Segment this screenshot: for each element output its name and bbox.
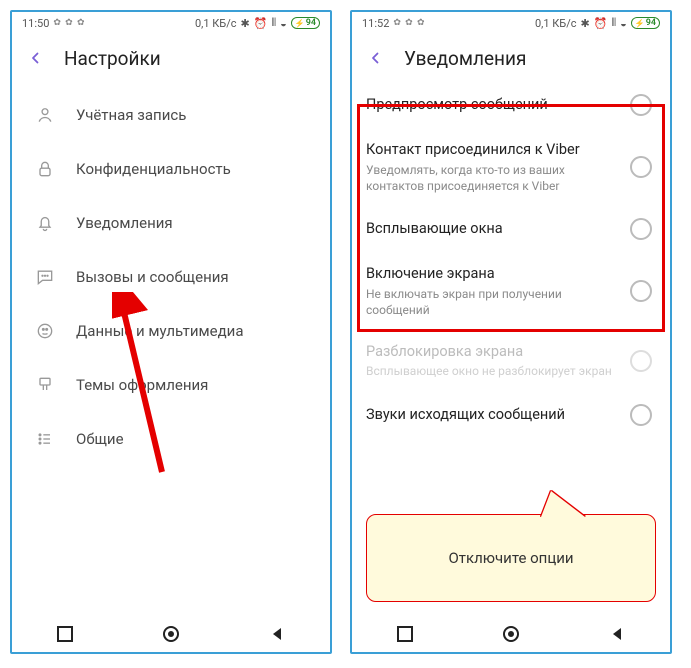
settings-item-themes[interactable]: Темы оформления	[12, 358, 330, 412]
media-icon	[34, 320, 56, 342]
settings-item-label: Данные и мультимедиа	[76, 322, 243, 340]
settings-list: Учётная запись Конфиденциальность Уведом…	[12, 82, 330, 616]
status-gears-icon: ✿ ✿ ✿	[393, 18, 425, 28]
status-bar: 11:50 ✿ ✿ ✿ 0,1 КБ/с ✱ ⏰ ⫴ ◒ 94	[12, 12, 330, 34]
bell-icon	[34, 212, 56, 234]
notif-title: Звуки исходящих сообщений	[366, 405, 620, 425]
settings-item-calls[interactable]: Вызовы и сообщения	[12, 250, 330, 304]
settings-item-label: Общие	[76, 430, 124, 448]
chat-icon	[34, 266, 56, 288]
battery-icon: 94	[291, 17, 320, 29]
brush-icon	[34, 374, 56, 396]
settings-item-account[interactable]: Учётная запись	[12, 88, 330, 142]
notif-title: Всплывающие окна	[366, 219, 620, 239]
page-title: Уведомления	[404, 47, 526, 70]
nav-bar	[352, 616, 670, 652]
settings-item-label: Учётная запись	[76, 106, 186, 124]
nav-back[interactable]	[267, 624, 287, 644]
nav-recents[interactable]	[395, 624, 415, 644]
toggle-radio[interactable]	[630, 156, 652, 178]
list-icon	[34, 428, 56, 450]
wifi-icon: ◒	[280, 17, 287, 30]
toggle-radio[interactable]	[630, 218, 652, 240]
notif-item-sound[interactable]: Звук уведомления	[352, 602, 670, 616]
notif-title: Предпросмотр сообщений	[366, 95, 620, 115]
status-time: 11:52	[362, 17, 389, 30]
app-bar: Уведомления	[352, 34, 670, 82]
notif-title: Включение экрана	[366, 264, 620, 284]
status-net: 0,1 КБ/с	[195, 17, 237, 30]
back-button[interactable]	[26, 48, 46, 68]
signal-icon: ⫴	[611, 16, 616, 30]
notif-item-unlock[interactable]: Разблокировка экрана Всплывающее окно не…	[352, 330, 670, 392]
phone-left-settings: 11:50 ✿ ✿ ✿ 0,1 КБ/с ✱ ⏰ ⫴ ◒ 94 Настройк…	[10, 10, 332, 654]
notif-title: Контакт присоединился к Viber	[366, 140, 620, 160]
toggle-radio[interactable]	[630, 404, 652, 426]
back-button[interactable]	[366, 48, 386, 68]
settings-item-data[interactable]: Данные и мультимедиа	[12, 304, 330, 358]
notif-title: Разблокировка экрана	[366, 342, 620, 362]
status-bar: 11:52 ✿ ✿ ✿ 0,1 КБ/с ✱ ⏰ ⫴ ◒ 94	[352, 12, 670, 34]
app-bar: Настройки	[12, 34, 330, 82]
toggle-radio[interactable]	[630, 280, 652, 302]
toggle-radio[interactable]	[630, 350, 652, 372]
callout-text: Отключите опции	[448, 549, 573, 567]
annotation-callout: Отключите опции	[366, 514, 656, 602]
notif-subtitle: Всплывающее окно не разблокирует экран	[366, 363, 620, 379]
notif-item-popups[interactable]: Всплывающие окна	[352, 206, 670, 252]
settings-item-notifications[interactable]: Уведомления	[12, 196, 330, 250]
status-time: 11:50	[22, 17, 49, 30]
bluetooth-icon: ✱	[241, 17, 250, 30]
notif-item-contact-joined[interactable]: Контакт присоединился к Viber Уведомлять…	[352, 128, 670, 206]
settings-item-privacy[interactable]: Конфиденциальность	[12, 142, 330, 196]
toggle-radio[interactable]	[630, 94, 652, 116]
nav-bar	[12, 616, 330, 652]
nav-recents[interactable]	[55, 624, 75, 644]
settings-item-label: Уведомления	[76, 214, 173, 232]
settings-item-label: Темы оформления	[76, 376, 208, 394]
settings-item-label: Вызовы и сообщения	[76, 268, 229, 286]
notifications-list: Предпросмотр сообщений Контакт присоедин…	[352, 82, 670, 616]
phone-right-notifications: 11:52 ✿ ✿ ✿ 0,1 КБ/с ✱ ⏰ ⫴ ◒ 94 Уведомле…	[350, 10, 672, 654]
notif-subtitle: Уведомлять, когда кто-то из ваших контак…	[366, 162, 620, 194]
page-title: Настройки	[64, 47, 161, 70]
notif-subtitle: Не включать экран при получении сообщени…	[366, 286, 620, 318]
signal-icon: ⫴	[271, 16, 276, 30]
settings-item-general[interactable]: Общие	[12, 412, 330, 466]
nav-back[interactable]	[607, 624, 627, 644]
nav-home[interactable]	[501, 624, 521, 644]
nav-home[interactable]	[161, 624, 181, 644]
alarm-icon: ⏰	[254, 17, 268, 30]
settings-item-label: Конфиденциальность	[76, 160, 231, 178]
status-gears-icon: ✿ ✿ ✿	[53, 18, 85, 28]
wifi-icon: ◒	[620, 17, 627, 30]
notif-title: Звук уведомления	[366, 614, 652, 616]
notif-item-preview[interactable]: Предпросмотр сообщений	[352, 82, 670, 128]
alarm-icon: ⏰	[594, 17, 608, 30]
notif-item-screen-on[interactable]: Включение экрана Не включать экран при п…	[352, 252, 670, 330]
status-net: 0,1 КБ/с	[535, 17, 577, 30]
bluetooth-icon: ✱	[581, 17, 590, 30]
notif-item-outgoing-sounds[interactable]: Звуки исходящих сообщений	[352, 392, 670, 438]
battery-icon: 94	[631, 17, 660, 29]
user-icon	[34, 104, 56, 126]
lock-icon	[34, 158, 56, 180]
